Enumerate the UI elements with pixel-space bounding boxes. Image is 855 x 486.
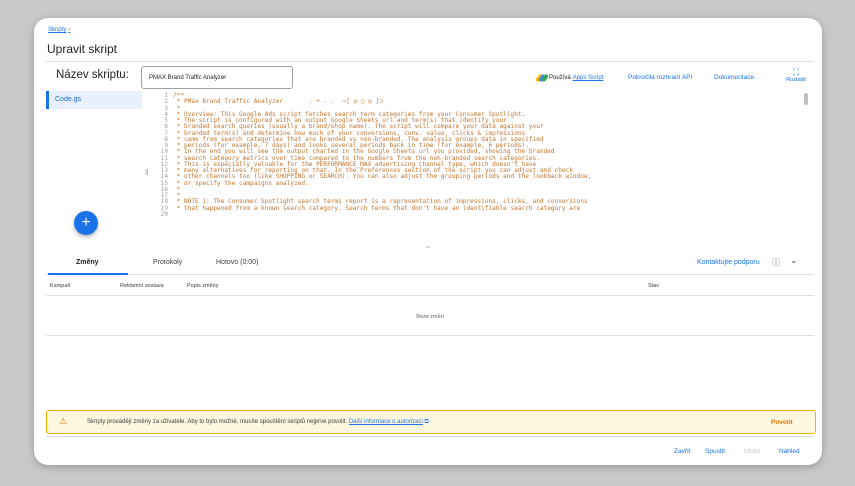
tab-done[interactable]: Hotovo (0:00) <box>216 259 258 266</box>
column-campaign: Kampaň <box>50 283 71 289</box>
page-title: Upravit skript <box>47 42 118 56</box>
empty-changes-message: Beze změn <box>46 296 814 336</box>
changes-table-header: Kampaň Reklamní sestava Popis změny Stav <box>46 275 814 296</box>
code-text[interactable]: /** * PMax Brand Traffic Analyzer . + - … <box>173 92 591 212</box>
tab-logs[interactable]: Protokoly <box>153 259 182 266</box>
authorization-warning-banner: ⚠ Skripty provádějí změny za uživatele. … <box>46 410 816 434</box>
warning-triangle-icon: ⚠ <box>59 416 68 426</box>
apps-script-indicator: Používá Apps Script <box>535 73 604 83</box>
warning-message: Skripty provádějí změny za uživatele. Ab… <box>87 419 348 425</box>
add-file-button[interactable]: + <box>74 211 98 235</box>
chevron-down-icon[interactable]: ⌄ <box>790 255 798 266</box>
allow-button[interactable]: Povolit <box>771 419 793 426</box>
expand-button[interactable]: ⛶ Rozbalit <box>781 67 811 83</box>
pane-resize-handle[interactable]: ‖ <box>145 168 148 177</box>
apps-script-link[interactable]: Apps Script <box>573 75 604 81</box>
column-status: Stav <box>648 283 660 289</box>
file-item-code-gs[interactable]: Code.gs <box>46 91 142 109</box>
documentation-link[interactable]: Dokumentace <box>714 74 754 81</box>
external-link-icon: ⧉ <box>424 419 429 425</box>
warning-text: Skripty provádějí změny za uživatele. Ab… <box>87 419 429 426</box>
column-change-description: Popis změny <box>187 283 219 289</box>
chevron-right-icon: › <box>68 27 71 33</box>
line-numbers: 1 2 3 4 5 6 7 8 9 10 11 12 13 14 15 16 1… <box>160 92 168 218</box>
panel-splitter-handle[interactable]: ═ <box>426 245 430 251</box>
apps-script-logo-icon <box>535 73 549 83</box>
script-name-label: Název skriptu: <box>56 69 129 81</box>
contact-support-link[interactable]: Kontaktujte podporu <box>697 259 760 266</box>
expand-label: Rozbalit <box>786 77 806 83</box>
script-name-input[interactable]: PMAX Brand Traffic Analyzer <box>141 66 293 89</box>
editor-scrollbar[interactable] <box>804 93 808 105</box>
close-button[interactable]: Zavřít <box>674 448 691 455</box>
file-list: Code.gs + <box>46 91 144 261</box>
fullscreen-icon: ⛶ <box>792 67 800 77</box>
footer-actions: Zavřít Spustit Uložit Náhled <box>46 436 814 465</box>
breadcrumb-link[interactable]: Skripty <box>48 27 66 33</box>
apps-script-text: Používá <box>549 75 571 81</box>
column-ad-group: Reklamní sestava <box>120 283 164 289</box>
preview-button[interactable]: Náhled <box>779 448 800 455</box>
script-editor-window: Skripty › Upravit skript Název skriptu: P… <box>34 18 822 465</box>
bottom-tabs: Změny Protokoly Hotovo (0:00) Kontaktujt… <box>46 252 814 275</box>
save-button[interactable]: Uložit <box>744 448 760 455</box>
run-button[interactable]: Spustit <box>705 448 725 455</box>
help-circle-icon[interactable]: ⓘ <box>772 257 780 268</box>
advanced-api-link[interactable]: Pokročilá rozhraní API <box>628 74 692 81</box>
code-editor[interactable]: 1 2 3 4 5 6 7 8 9 10 11 12 13 14 15 16 1… <box>152 91 810 261</box>
tab-changes[interactable]: Změny <box>76 259 99 266</box>
authorization-info-link[interactable]: Další informace o autorizaci <box>349 419 423 425</box>
breadcrumb[interactable]: Skripty › <box>48 27 70 33</box>
